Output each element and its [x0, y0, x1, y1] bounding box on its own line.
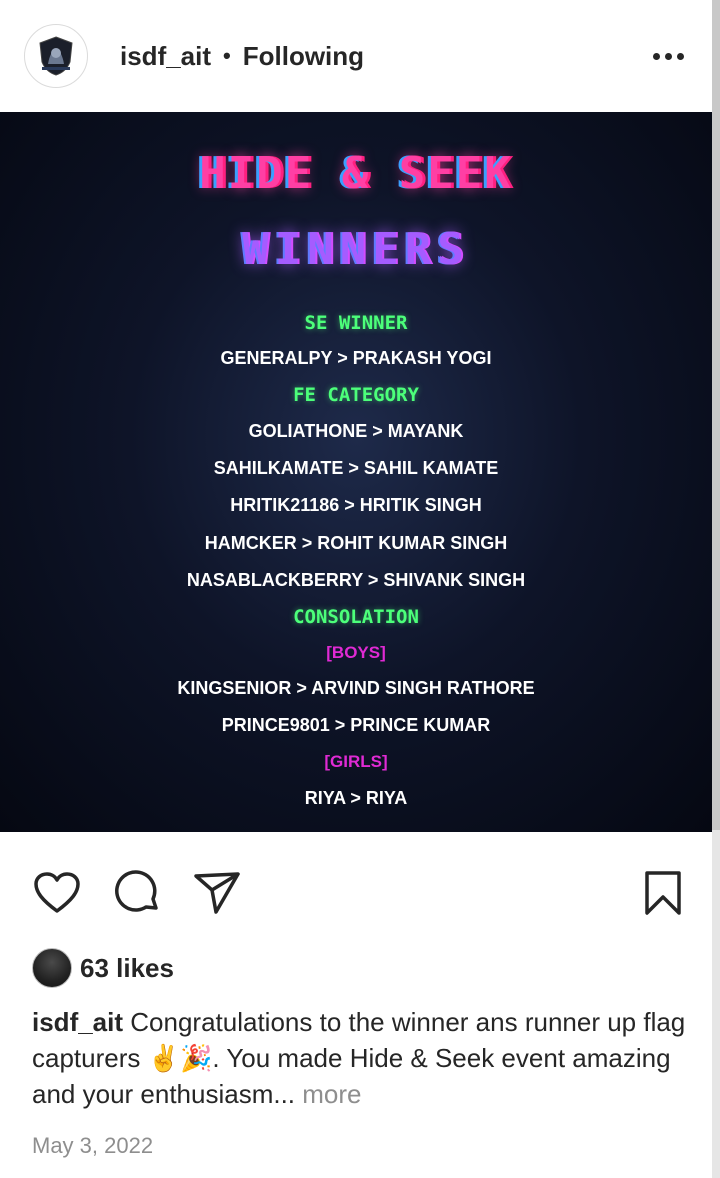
likes-row[interactable]: 63 likes — [32, 946, 174, 990]
winner-entry: RIYA > RIYA — [304, 788, 408, 808]
section-heading: CONSOLATION — [293, 606, 419, 628]
likes-count[interactable]: 63 likes — [80, 953, 174, 984]
bookmark-icon[interactable] — [638, 868, 688, 918]
share-icon[interactable] — [192, 868, 242, 918]
more-dot-icon — [652, 52, 660, 60]
header-user-row: isdf_ait • Following — [120, 41, 364, 72]
comment-icon[interactable] — [112, 868, 162, 918]
winner-entry: GENERALPY > PRAKASH YOGI — [220, 348, 492, 368]
more-dot-icon — [664, 52, 672, 60]
section-heading: FE CATEGORY — [293, 384, 419, 406]
post-caption: isdf_ait Congratulations to the winner a… — [32, 1004, 692, 1112]
more-dot-icon — [676, 52, 684, 60]
action-bar — [0, 832, 712, 950]
profile-avatar[interactable] — [24, 24, 88, 88]
post-date: May 3, 2022 — [32, 1133, 154, 1158]
winner-entry: HAMCKER > ROHIT KUMAR SINGH — [204, 533, 508, 553]
image-title-hide-and-seek: HIDE & SEEK — [199, 148, 513, 199]
winner-entry: KINGSENIOR > ARVIND SINGH RATHORE — [177, 678, 535, 698]
separator-dot: • — [223, 43, 231, 68]
winner-entry: GOLIATHONE > MAYANK — [248, 421, 464, 441]
group-tag: [GIRLS] — [324, 752, 388, 771]
winner-entry: SAHILKAMATE > SAHIL KAMATE — [213, 458, 499, 478]
scrollbar[interactable] — [712, 0, 720, 1178]
liker-avatar[interactable] — [32, 948, 72, 988]
winner-entry: HRITIK21186 > HRITIK SINGH — [230, 495, 482, 515]
image-title-winners: WINNERS — [242, 224, 470, 275]
caption-username[interactable]: isdf_ait — [32, 1007, 123, 1037]
shield-logo-icon — [39, 36, 73, 76]
more-options-button[interactable] — [648, 36, 688, 76]
winner-entry: NASABLACKBERRY > SHIVANK SINGH — [186, 570, 526, 590]
username-link[interactable]: isdf_ait — [120, 41, 211, 72]
instagram-post: isdf_ait • Following HIDE & SEEK WINNERS… — [0, 0, 720, 1178]
group-tag: [BOYS] — [326, 643, 386, 662]
winner-entry: PRINCE9801 > PRINCE KUMAR — [221, 715, 491, 735]
section-heading: SE WINNER — [304, 312, 408, 334]
caption-more-link[interactable]: more — [302, 1079, 361, 1109]
following-button[interactable]: Following — [243, 41, 364, 72]
heart-icon[interactable] — [32, 868, 82, 918]
scrollbar-thumb[interactable] — [712, 0, 720, 830]
post-image[interactable]: HIDE & SEEK WINNERS SE WINNER GENERALPY >… — [0, 112, 712, 832]
post-header: isdf_ait • Following — [0, 0, 712, 112]
